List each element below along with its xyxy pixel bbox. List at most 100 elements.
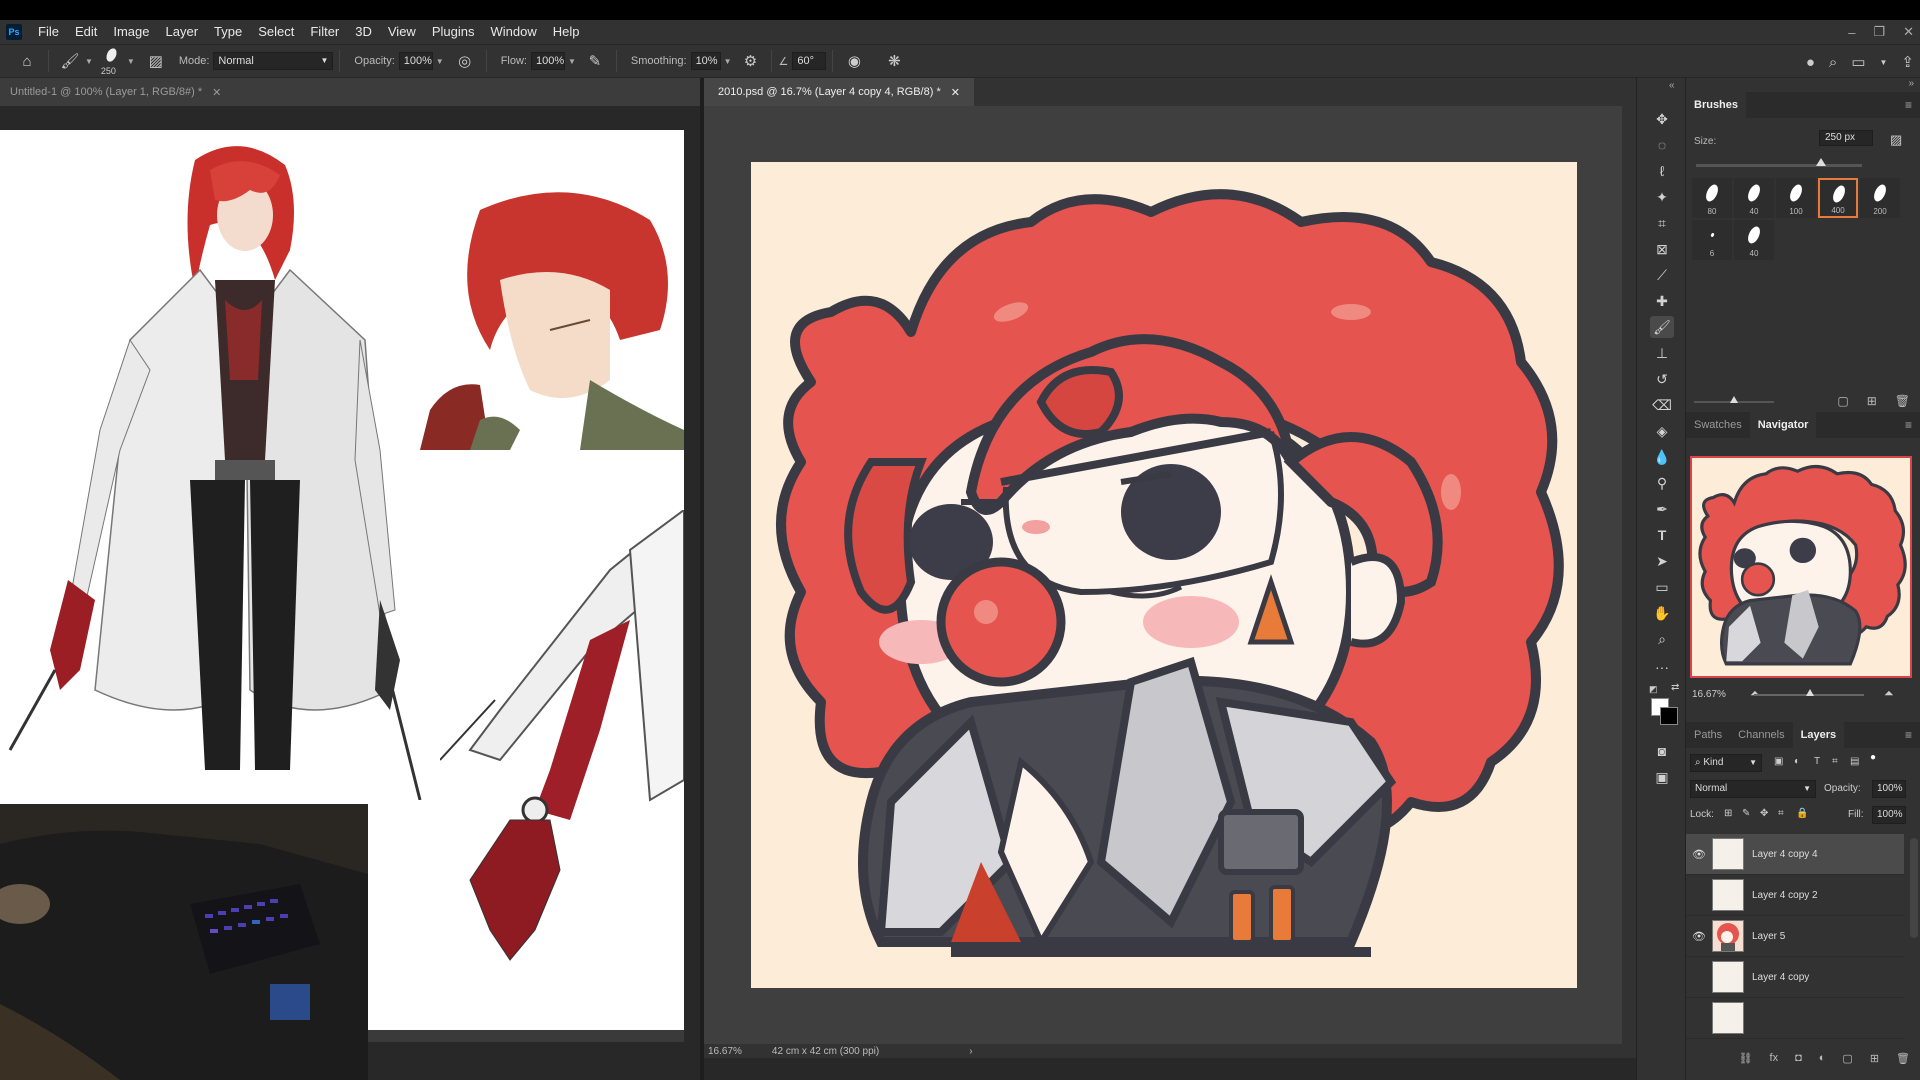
rectangle-tool-icon[interactable]: ▭ [1650,576,1674,598]
delete-layer-icon[interactable]: 🗑 [1896,1052,1910,1068]
lock-artboard-icon[interactable]: ⌗ [1778,808,1784,819]
lasso-tool-icon[interactable]: ℓ [1650,160,1674,182]
status-chevron-right-icon[interactable]: › [969,1046,972,1057]
close-tab-icon[interactable]: ✕ [212,86,221,99]
menu-help[interactable]: Help [545,20,588,44]
layer-row[interactable]: Layer 4 copy 2 [1686,875,1904,916]
brush-preset-picker[interactable]: 250 [99,46,125,76]
layer-opacity-field[interactable]: 100% [1872,780,1906,798]
workspace-icon[interactable]: ▭ [1851,53,1865,71]
brush-tool-icon[interactable]: 🖌 [59,50,81,72]
navigator-zoom-thumb[interactable] [1806,689,1814,696]
flow-chevron-icon[interactable]: ▼ [568,57,576,66]
quick-mask-icon[interactable]: ◙ [1650,740,1674,762]
tab-swatches[interactable]: Swatches [1686,412,1750,438]
document-tab-1[interactable]: Untitled-1 @ 100% (Layer 1, RGB/8#) * ✕ [0,78,700,106]
hand-tool-icon[interactable]: ✋ [1650,602,1674,624]
panels-collapse-icon[interactable]: » [1908,78,1914,89]
preview-size-thumb[interactable] [1730,396,1738,403]
pen-tool-icon[interactable]: ✒ [1650,498,1674,520]
adjustment-layer-icon[interactable]: ◐ [1819,1052,1826,1068]
layer-row[interactable] [1686,998,1904,1039]
layer-name[interactable]: Layer 5 [1752,931,1785,942]
document-2-vertical-scrollbar[interactable] [1622,106,1636,1044]
brush-settings-icon[interactable]: ▨ [1890,132,1902,148]
lock-position-icon[interactable]: ✥ [1760,808,1768,819]
clone-stamp-tool-icon[interactable]: ⊥ [1650,342,1674,364]
layer-row[interactable]: 👁 Layer 5 [1686,916,1904,957]
panel-collapse-icon[interactable]: « [1669,80,1675,91]
healing-brush-tool-icon[interactable]: ✚ [1650,290,1674,312]
tab-layers[interactable]: Layers [1792,722,1845,748]
menu-edit[interactable]: Edit [67,20,105,44]
brush-settings-panel-icon[interactable]: ▨ [145,50,167,72]
menu-filter[interactable]: Filter [302,20,347,44]
menu-type[interactable]: Type [206,20,250,44]
size-slider[interactable] [1696,164,1862,167]
brush-preset-selected[interactable]: 400 [1818,178,1858,218]
tool-preset-chevron-icon[interactable]: ▼ [85,57,93,66]
navigator-preview[interactable] [1690,456,1912,678]
new-group-icon[interactable]: ▢ [1842,1052,1852,1068]
add-mask-icon[interactable]: ◘ [1795,1052,1802,1068]
layer-style-icon[interactable]: fx [1770,1052,1779,1068]
menu-file[interactable]: File [30,20,67,44]
filter-shape-icon[interactable]: ⌗ [1832,756,1838,767]
brush-preset-chevron-icon[interactable]: ▼ [127,57,135,66]
lock-transparent-icon[interactable]: ⊞ [1724,808,1732,819]
panel-menu-icon[interactable]: ≡ [1905,728,1912,742]
zoom-tool-icon[interactable]: ⌕ [1650,628,1674,650]
new-brush-icon[interactable]: ⊞ [1867,394,1877,408]
navigator-zoom-value[interactable]: 16.67% [1692,689,1726,700]
lock-image-icon[interactable]: ✎ [1742,808,1750,819]
home-icon[interactable]: ⌂ [16,50,38,72]
airbrush-icon[interactable]: ✎ [584,50,606,72]
menu-image[interactable]: Image [105,20,157,44]
filter-adjustment-icon[interactable]: ◐ [1794,756,1800,767]
search-icon[interactable]: ⌕ [1829,54,1837,71]
brush-preset[interactable]: 6 [1692,220,1732,260]
filter-toggle-icon[interactable]: ● [1870,752,1876,763]
smoothing-chevron-icon[interactable]: ▼ [724,57,732,66]
layers-scrollbar[interactable] [1910,838,1918,938]
menu-layer[interactable]: Layer [158,20,207,44]
visibility-eye-icon[interactable]: 👁 [1686,848,1712,861]
type-tool-icon[interactable]: T [1650,524,1674,546]
layer-row[interactable]: Layer 4 copy [1686,957,1904,998]
restore-icon[interactable]: ❐ [1873,24,1885,40]
eyedropper-tool-icon[interactable]: ⟋ [1650,264,1674,286]
brush-preset[interactable]: 200 [1860,178,1900,218]
close-tab-icon[interactable]: ✕ [951,86,960,99]
background-color[interactable] [1660,707,1678,725]
opacity-field[interactable]: 100% [398,52,433,70]
frame-tool-icon[interactable]: ⊠ [1650,238,1674,260]
eraser-tool-icon[interactable]: ⌫ [1650,394,1674,416]
blend-mode-select[interactable]: Normal ▼ [1690,780,1816,798]
path-selection-tool-icon[interactable]: ➤ [1650,550,1674,572]
pressure-size-icon[interactable]: ◉ [843,50,865,72]
panel-menu-icon[interactable]: ≡ [1905,418,1912,432]
photoshop-logo[interactable]: Ps [6,24,22,40]
blur-tool-icon[interactable]: 💧 [1650,446,1674,468]
new-layer-icon[interactable]: ⊞ [1870,1052,1879,1068]
paint-bucket-tool-icon[interactable]: ◈ [1650,420,1674,442]
pressure-opacity-icon[interactable]: ◎ [454,50,476,72]
tab-brushes[interactable]: Brushes [1686,92,1747,118]
smoothing-field[interactable]: 10% [690,52,721,70]
brush-preset[interactable]: 80 [1692,178,1732,218]
opacity-chevron-icon[interactable]: ▼ [436,57,444,66]
move-tool-icon[interactable]: ✥ [1650,108,1674,130]
close-icon[interactable]: ✕ [1903,24,1914,40]
swap-colors-icon[interactable]: ⇄ [1671,682,1679,693]
screen-mode-icon[interactable]: ▣ [1650,766,1674,788]
artwork-canvas[interactable] [751,162,1577,988]
layer-name[interactable]: Layer 4 copy [1752,972,1809,983]
smoothing-gear-icon[interactable]: ⚙ [739,50,761,72]
document-tab-2[interactable]: 2010.psd @ 16.7% (Layer 4 copy 4, RGB/8)… [704,78,974,106]
panel-menu-icon[interactable]: ≡ [1905,98,1912,112]
filter-type-icon[interactable]: T [1814,756,1820,767]
menu-3d[interactable]: 3D [347,20,380,44]
delete-icon[interactable]: 🗑 [1895,394,1910,408]
quick-selection-tool-icon[interactable]: ✦ [1650,186,1674,208]
lock-all-icon[interactable]: 🔒 [1796,808,1808,819]
